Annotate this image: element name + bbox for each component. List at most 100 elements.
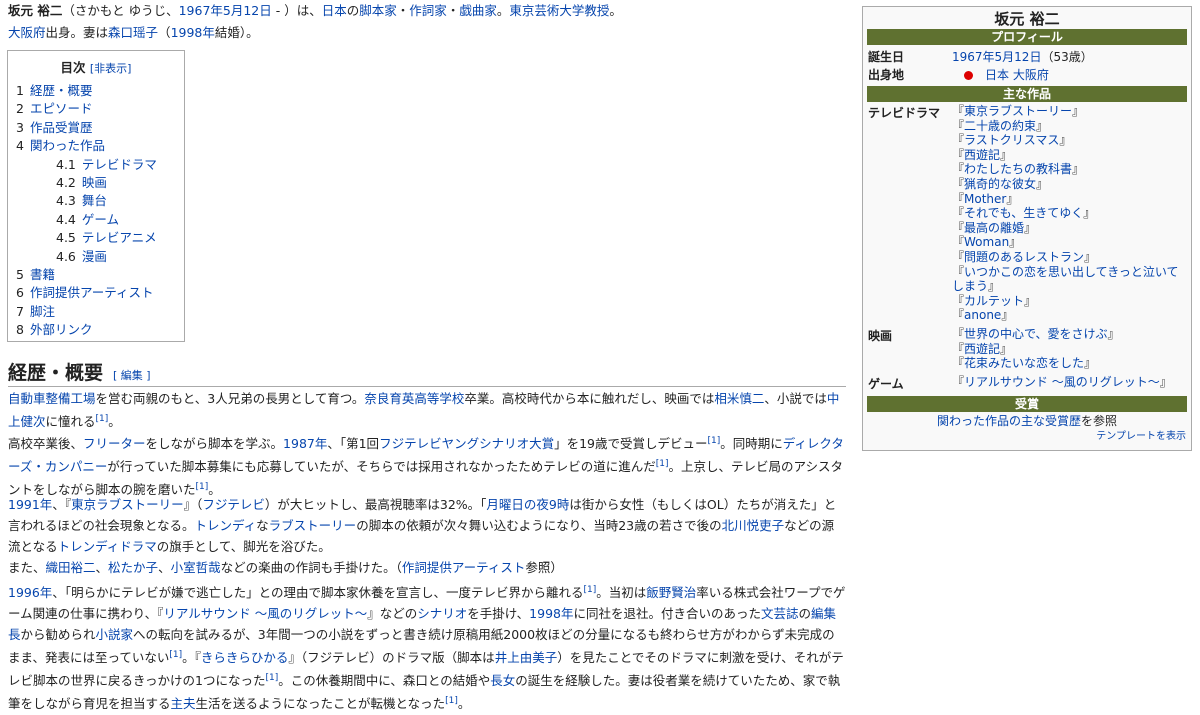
link-young-scenario[interactable]: フジテレビヤングシナリオ大賞 bbox=[379, 436, 554, 451]
tv-drama-item: 『カルテット』 bbox=[952, 293, 1037, 308]
tv-drama-link[interactable]: 猟奇的な彼女 bbox=[964, 177, 1036, 191]
toc-item[interactable]: 6 作詞提供アーティスト bbox=[16, 284, 184, 302]
infobox-birth-row: 誕生日 1967年5月12日（53歳） bbox=[863, 48, 1191, 66]
link-househusband[interactable]: 主夫 bbox=[171, 697, 196, 712]
link-oda[interactable]: 織田裕二 bbox=[46, 560, 96, 575]
link-iino[interactable]: 飯野賢治 bbox=[646, 585, 696, 600]
article-subject: 坂元 裕二 bbox=[8, 3, 63, 18]
footnote-ref[interactable]: [1] bbox=[96, 414, 109, 424]
link-love-story[interactable]: ラブストーリー bbox=[269, 518, 357, 533]
edit-section-link[interactable]: [ 編集 ] bbox=[113, 369, 151, 382]
infobox-film-row: 映画 『世界の中心で、愛をさけぶ』 『西遊記』 『花束みたいな恋をした』 bbox=[863, 327, 1191, 371]
footnote-ref[interactable]: [1] bbox=[169, 650, 182, 660]
link-komuro[interactable]: 小室哲哉 bbox=[171, 560, 221, 575]
infobox-title: 坂元 裕二 bbox=[994, 10, 1060, 28]
tv-drama-link[interactable]: わたしたちの教科書 bbox=[964, 162, 1072, 176]
tv-drama-link[interactable]: 最高の離婚 bbox=[964, 221, 1024, 235]
link-monday-9pm[interactable]: 月曜日の夜9時 bbox=[486, 497, 569, 512]
birth-date-link[interactable]: 1967年5月12日 bbox=[952, 50, 1041, 64]
link-kitagawa[interactable]: 北川悦吏子 bbox=[722, 518, 785, 533]
origin-country-link[interactable]: 日本 bbox=[985, 68, 1009, 82]
film-link[interactable]: 花束みたいな恋をした bbox=[964, 356, 1084, 370]
country-link[interactable]: 日本 bbox=[322, 3, 347, 18]
link-tokyo-love-story[interactable]: 東京ラブストーリー bbox=[71, 497, 184, 512]
prefecture-link[interactable]: 大阪府 bbox=[8, 25, 46, 40]
toc-item[interactable]: 8 外部リンク bbox=[16, 321, 184, 339]
link-matsu[interactable]: 松たか子 bbox=[108, 560, 158, 575]
film-item: 『花束みたいな恋をした』 bbox=[952, 356, 1097, 371]
origin-label: 出身地 bbox=[868, 68, 905, 82]
tv-drama-link[interactable]: Woman bbox=[964, 235, 1009, 249]
film-link[interactable]: 西遊記 bbox=[964, 342, 1000, 356]
tv-drama-item: 『それでも、生きてゆく』 bbox=[952, 206, 1096, 221]
role-link-lyricist[interactable]: 作詞家 bbox=[409, 3, 447, 18]
link-1987[interactable]: 1987年 bbox=[283, 436, 327, 451]
tv-drama-item: 『二十歳の約束』 bbox=[952, 118, 1049, 133]
link-inoue[interactable]: 井上由美子 bbox=[495, 650, 558, 665]
link-literary-magazine[interactable]: 文芸誌 bbox=[761, 606, 799, 621]
university-link[interactable]: 東京芸術大学教授 bbox=[509, 3, 609, 18]
toc-subitem[interactable]: 4.5 テレビアニメ bbox=[16, 229, 184, 247]
link-novelist[interactable]: 小説家 bbox=[96, 627, 134, 642]
tv-drama-link[interactable]: 西遊記 bbox=[964, 148, 1000, 162]
link-trendy[interactable]: トレンディ bbox=[195, 518, 257, 533]
tv-drama-link[interactable]: anone bbox=[964, 308, 1001, 322]
origin-pref-link[interactable]: 大阪府 bbox=[1013, 68, 1049, 82]
toc-item[interactable]: 1 経歴・概要 bbox=[16, 82, 184, 100]
link-kirakira[interactable]: きらきらひかる bbox=[201, 650, 289, 665]
link-1998[interactable]: 1998年 bbox=[529, 606, 573, 621]
link-daughter[interactable]: 長女 bbox=[490, 673, 515, 688]
award-link[interactable]: 関わった作品の主な受賞歴 bbox=[937, 414, 1081, 428]
link-real-sound[interactable]: リアルサウンド 〜風のリグレット〜 bbox=[163, 606, 367, 621]
tv-drama-item: 『いつかこの恋を思い出してきっと泣いてしまう』 bbox=[952, 264, 1179, 294]
tv-drama-link[interactable]: それでも、生きてゆく bbox=[964, 206, 1083, 220]
link-fuji-tv[interactable]: フジテレビ bbox=[202, 497, 265, 512]
link-1991[interactable]: 1991年 bbox=[8, 497, 52, 512]
tv-drama-link[interactable]: 東京ラブストーリー bbox=[964, 104, 1072, 118]
birthdate-link[interactable]: 1967年5月12日 bbox=[179, 3, 272, 18]
game-link[interactable]: リアルサウンド 〜風のリグレット〜 bbox=[964, 375, 1160, 389]
tv-drama-link[interactable]: いつかこの恋を思い出してきっと泣いてしまう bbox=[952, 265, 1178, 294]
toc-item[interactable]: 2 エピソード bbox=[16, 100, 184, 118]
tv-drama-link[interactable]: ラストクリスマス bbox=[964, 133, 1059, 147]
toc-subitem[interactable]: 4.2 映画 bbox=[16, 174, 184, 192]
footnote-ref[interactable]: [1] bbox=[583, 585, 596, 595]
wife-link[interactable]: 森口瑶子 bbox=[108, 25, 158, 40]
show-template-link[interactable]: テンプレートを表示 bbox=[1096, 431, 1186, 442]
toc-item[interactable]: 3 作品受賞歴 bbox=[16, 119, 184, 137]
film-link[interactable]: 世界の中心で、愛をさけぶ bbox=[964, 327, 1108, 341]
link-freeter[interactable]: フリーター bbox=[83, 436, 146, 451]
tv-drama-link[interactable]: 二十歳の約束 bbox=[964, 119, 1036, 133]
toc-item[interactable]: 5 書籍 bbox=[16, 266, 184, 284]
tv-drama-link[interactable]: カルテット bbox=[964, 294, 1024, 308]
link-school[interactable]: 奈良育英高等学校 bbox=[364, 391, 464, 406]
link-lyrics-artists[interactable]: 作詞提供アーティスト bbox=[402, 560, 526, 575]
link-trendy-drama[interactable]: トレンディドラマ bbox=[58, 539, 157, 554]
link-scenario[interactable]: シナリオ bbox=[417, 606, 467, 621]
toc-subitem[interactable]: 4.4 ゲーム bbox=[16, 211, 184, 229]
toc-subitem[interactable]: 4.6 漫画 bbox=[16, 248, 184, 266]
link-1996[interactable]: 1996年 bbox=[8, 585, 52, 600]
toc-item[interactable]: 4 関わった作品 bbox=[16, 137, 184, 155]
toc-item[interactable]: 7 脚注 bbox=[16, 303, 184, 321]
link-auto-repair[interactable]: 自動車整備工場 bbox=[8, 391, 96, 406]
infobox-award-row: 関わった作品の主な受賞歴を参照 bbox=[936, 413, 1118, 428]
tv-drama-item: 『猟奇的な彼女』 bbox=[952, 176, 1049, 191]
toc-subitem[interactable]: 4.1 テレビドラマ bbox=[16, 156, 184, 174]
marriage-year-link[interactable]: 1998年 bbox=[171, 25, 215, 40]
toc-subitem[interactable]: 4.3 舞台 bbox=[16, 192, 184, 210]
link-somai[interactable]: 相米慎二 bbox=[714, 391, 764, 406]
infobox-profile-header: プロフィール bbox=[867, 29, 1187, 45]
role-link-playwright[interactable]: 戯曲家 bbox=[459, 3, 497, 18]
footnote-ref[interactable]: [1] bbox=[708, 436, 721, 446]
tv-drama-link[interactable]: 問題のあるレストラン bbox=[964, 250, 1084, 264]
footnote-ref[interactable]: [1] bbox=[445, 696, 458, 706]
role-link-scriptwriter[interactable]: 脚本家 bbox=[359, 3, 397, 18]
paragraph-2: 高校卒業後、フリーターをしながら脚本を学ぶ。1987年、「第1回フジテレビヤング… bbox=[8, 436, 844, 498]
paragraph-5: 1996年、「明らかにテレビが嫌で逃亡した」との理由で脚本家休養を宣言し、一度テ… bbox=[8, 585, 846, 712]
toc-toggle-link[interactable]: [非表示] bbox=[90, 62, 132, 75]
tv-drama-link[interactable]: Mother bbox=[964, 192, 1006, 206]
footnote-ref[interactable]: [1] bbox=[656, 459, 669, 469]
tv-drama-item: 『ラストクリスマス』 bbox=[952, 133, 1072, 148]
footnote-ref[interactable]: [1] bbox=[196, 482, 209, 492]
